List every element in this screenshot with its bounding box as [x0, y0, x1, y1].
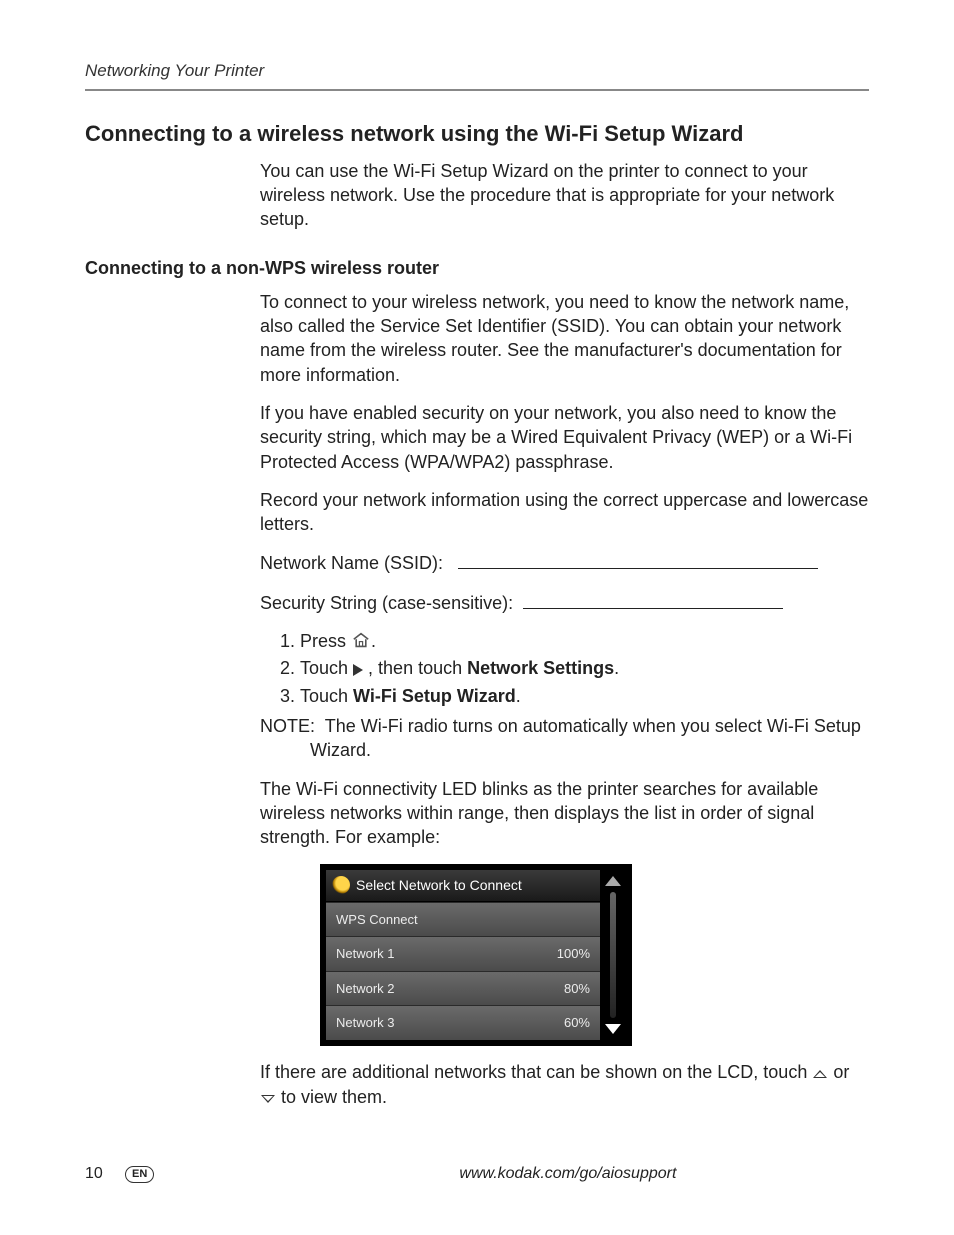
note-label: NOTE:: [260, 716, 315, 736]
security-label: Security String (case-sensitive):: [260, 593, 513, 613]
network-settings-label: Network Settings: [467, 658, 614, 678]
step-3: Touch Wi-Fi Setup Wizard.: [300, 684, 869, 708]
note-text: The Wi-Fi radio turns on automatically w…: [310, 716, 861, 760]
intro-block: You can use the Wi-Fi Setup Wizard on th…: [260, 159, 869, 232]
step-text: Press: [300, 631, 351, 651]
ssid-blank: [458, 550, 818, 569]
lcd-row-signal: 100%: [557, 945, 590, 963]
step-text: .: [371, 631, 376, 651]
ssid-label: Network Name (SSID):: [260, 553, 443, 573]
paragraph-after-lcd: If there are additional networks that ca…: [260, 1060, 869, 1111]
page-number: 10: [85, 1163, 125, 1185]
wifi-setup-wizard-label: Wi-Fi Setup Wizard: [353, 686, 516, 706]
step-text: Touch: [300, 658, 353, 678]
security-field-line: Security String (case-sensitive):: [260, 590, 869, 615]
ssid-field-line: Network Name (SSID):: [260, 550, 869, 575]
lcd-header: Select Network to Connect: [326, 870, 600, 902]
body-block: To connect to your wireless network, you…: [260, 290, 869, 708]
lcd-row-signal: 60%: [564, 1014, 590, 1032]
text-fragment: If there are additional networks that ca…: [260, 1062, 812, 1082]
paragraph: Record your network information using th…: [260, 488, 869, 537]
scroll-down-icon[interactable]: [605, 1024, 621, 1034]
lcd-row-wps[interactable]: WPS Connect: [326, 902, 600, 937]
text-fragment: or: [833, 1062, 849, 1082]
note-line: NOTE: The Wi-Fi radio turns on automatic…: [260, 714, 869, 763]
triangle-down-icon: [260, 1086, 276, 1110]
security-blank: [523, 590, 783, 609]
play-icon: [353, 658, 363, 682]
lcd-row-name: WPS Connect: [336, 911, 418, 929]
step-text: , then touch: [363, 658, 467, 678]
lcd-list: Select Network to Connect WPS Connect Ne…: [326, 870, 600, 1040]
lcd-screenshot: Select Network to Connect WPS Connect Ne…: [320, 864, 869, 1046]
lcd-row-name: Network 1: [336, 945, 395, 963]
lcd-row-signal: 80%: [564, 980, 590, 998]
lcd-row-name: Network 3: [336, 1014, 395, 1032]
lcd-row-network3[interactable]: Network 3 60%: [326, 1005, 600, 1040]
lcd-row-name: Network 2: [336, 980, 395, 998]
lcd-panel: Select Network to Connect WPS Connect Ne…: [320, 864, 632, 1046]
step-text: .: [516, 686, 521, 706]
subsection-title: Connecting to a non-WPS wireless router: [85, 256, 869, 280]
body-block-2: The Wi-Fi connectivity LED blinks as the…: [260, 777, 869, 1111]
home-icon: [351, 630, 371, 654]
triangle-up-icon: [812, 1061, 828, 1085]
lcd-header-text: Select Network to Connect: [356, 876, 522, 895]
section-title: Connecting to a wireless network using t…: [85, 119, 869, 149]
lcd-row-network1[interactable]: Network 1 100%: [326, 936, 600, 971]
steps-list: Press . Touch , then touch Network Setti…: [260, 629, 869, 708]
scroll-track[interactable]: [610, 892, 616, 1018]
paragraph: The Wi-Fi connectivity LED blinks as the…: [260, 777, 869, 850]
footer-url: www.kodak.com/go/aiosupport: [459, 1163, 676, 1185]
paragraph: If you have enabled security on your net…: [260, 401, 869, 474]
page-footer: 10 EN www.kodak.com/go/aiosupport: [85, 1163, 869, 1185]
lcd-scrollbar[interactable]: [600, 870, 626, 1040]
scroll-up-icon[interactable]: [605, 876, 621, 886]
language-badge: EN: [125, 1166, 154, 1183]
sun-icon: [332, 876, 350, 894]
running-header: Networking Your Printer: [85, 60, 869, 91]
text-fragment: to view them.: [281, 1087, 387, 1107]
paragraph: To connect to your wireless network, you…: [260, 290, 869, 387]
step-1: Press .: [300, 629, 869, 654]
intro-text: You can use the Wi-Fi Setup Wizard on th…: [260, 159, 869, 232]
step-text: .: [614, 658, 619, 678]
lcd-row-network2[interactable]: Network 2 80%: [326, 971, 600, 1006]
step-2: Touch , then touch Network Settings.: [300, 656, 869, 681]
manual-page: Networking Your Printer Connecting to a …: [0, 0, 954, 1235]
step-text: Touch: [300, 686, 353, 706]
